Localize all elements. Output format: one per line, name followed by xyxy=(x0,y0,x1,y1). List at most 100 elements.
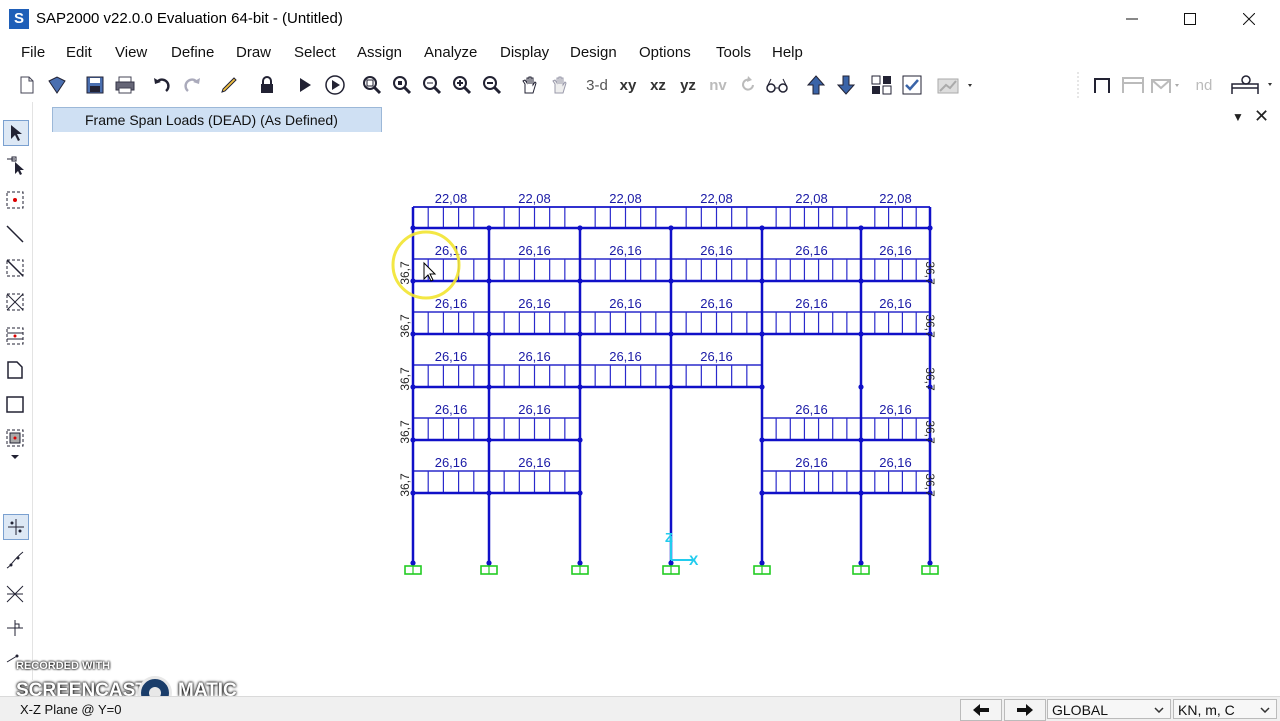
main-toolbar: 3-d xy xz yz nv nd xyxy=(0,68,1280,102)
menu-select[interactable]: Select xyxy=(294,44,336,61)
zoom-in-icon[interactable] xyxy=(450,74,474,96)
rotate-view-icon[interactable] xyxy=(736,74,760,96)
run-now-icon[interactable] xyxy=(322,74,348,96)
perspective-glasses-icon[interactable] xyxy=(764,74,790,96)
beam-load-label: 26,16 xyxy=(879,455,912,470)
menu-options[interactable]: Options xyxy=(639,44,691,61)
menu-draw[interactable]: Draw xyxy=(236,44,271,61)
pointer-select-icon[interactable] xyxy=(3,120,29,146)
redo-icon[interactable] xyxy=(182,74,204,96)
menu-assign[interactable]: Assign xyxy=(357,44,402,61)
arrow-right-icon xyxy=(1017,704,1033,716)
joint-dot xyxy=(486,437,492,443)
joint-dot xyxy=(577,225,583,231)
snap-lines-icon[interactable] xyxy=(3,548,27,572)
draw-truss-dropdown-icon[interactable] xyxy=(1150,74,1184,96)
open-model-icon[interactable] xyxy=(46,74,68,96)
draw-brace-icon[interactable] xyxy=(1120,74,1146,96)
view-xy-button[interactable]: xy xyxy=(614,74,642,96)
view-yz-button[interactable]: yz xyxy=(674,74,702,96)
lock-icon[interactable] xyxy=(256,74,278,96)
view-nv-button[interactable]: nv xyxy=(704,74,732,96)
load-value-labels: 22,08 22,08 22,08 22,08 22,08 22,08 26,16 26,16… xyxy=(398,191,937,497)
side-load-label-left: 36,7 xyxy=(398,314,412,338)
menu-edit[interactable]: Edit xyxy=(66,44,92,61)
z-axis-label: Z xyxy=(665,530,673,545)
refresh-pencil-icon[interactable] xyxy=(218,74,240,96)
more-tools-chevron-icon[interactable] xyxy=(3,452,27,462)
menu-bar: File Edit View Define Draw Select Assign… xyxy=(0,38,1280,68)
quick-draw-secondary-beams-icon[interactable] xyxy=(3,324,27,348)
joint-dot xyxy=(759,225,765,231)
window-title: SAP2000 v22.0.0 Evaluation 64-bit - (Unt… xyxy=(36,10,343,27)
joint-dot xyxy=(858,437,864,443)
quick-draw-frame-icon[interactable] xyxy=(3,256,27,280)
frame-model-drawing[interactable]: 22,08 22,08 22,08 22,08 22,08 22,08 26,16 26,16… xyxy=(33,132,1280,692)
zoom-out-icon[interactable] xyxy=(480,74,504,96)
pan-disabled-icon[interactable] xyxy=(548,74,572,96)
close-window-button[interactable] xyxy=(1220,0,1278,38)
grid-lines-icon[interactable] xyxy=(870,74,894,96)
joint-dot xyxy=(577,560,583,566)
pan-hand-icon[interactable] xyxy=(518,74,542,96)
save-icon[interactable] xyxy=(84,74,106,96)
draw-frame-icon[interactable] xyxy=(1090,74,1114,96)
draw-joint-icon[interactable] xyxy=(3,188,27,212)
view-xz-button[interactable]: xz xyxy=(644,74,672,96)
design-tools-dropdown-icon[interactable] xyxy=(1226,74,1276,96)
beam-load-label: 26,16 xyxy=(879,296,912,311)
x-axis-label: X xyxy=(689,552,699,568)
quick-draw-braces-icon[interactable] xyxy=(3,290,27,314)
snap-points-icon[interactable] xyxy=(3,514,29,540)
tab-close-icon[interactable]: ✕ xyxy=(1254,106,1269,127)
draw-rect-area-icon[interactable] xyxy=(3,392,27,416)
check-model-icon[interactable] xyxy=(900,74,924,96)
menu-display[interactable]: Display xyxy=(500,44,549,61)
rubber-band-zoom-icon[interactable] xyxy=(360,74,384,96)
run-analysis-icon[interactable] xyxy=(294,74,316,96)
view-3d-button[interactable]: 3-d xyxy=(582,74,612,96)
coordinate-system-select[interactable]: GLOBAL xyxy=(1047,699,1171,719)
move-down-icon[interactable] xyxy=(834,74,858,96)
joint-dot xyxy=(577,384,583,390)
menu-view[interactable]: View xyxy=(115,44,147,61)
new-model-icon[interactable] xyxy=(16,74,38,96)
menu-file[interactable]: File xyxy=(21,44,45,61)
quick-draw-area-icon[interactable] xyxy=(3,426,27,450)
move-up-icon[interactable] xyxy=(804,74,828,96)
draw-frame-line-icon[interactable] xyxy=(3,222,27,246)
menu-define[interactable]: Define xyxy=(171,44,214,61)
document-tab-bar: Frame Span Loads (DEAD) (As Defined) ▼ ✕ xyxy=(32,106,1280,132)
previous-zoom-icon[interactable] xyxy=(420,74,444,96)
joint-dot xyxy=(759,437,765,443)
minimize-button[interactable] xyxy=(1103,0,1161,38)
side-load-label-right: 36,7 xyxy=(923,261,937,285)
display-options-dropdown-icon[interactable] xyxy=(936,74,976,96)
nd-button[interactable]: nd xyxy=(1190,74,1218,96)
print-icon[interactable] xyxy=(114,74,136,96)
menu-help[interactable]: Help xyxy=(772,44,803,61)
joint-dot xyxy=(668,331,674,337)
beam-load-label: 26,16 xyxy=(435,349,468,364)
menu-tools[interactable]: Tools xyxy=(716,44,751,61)
joint-dot xyxy=(759,384,765,390)
next-view-button[interactable] xyxy=(1004,699,1046,721)
previous-view-button[interactable] xyxy=(960,699,1002,721)
tab-frame-span-loads[interactable]: Frame Span Loads (DEAD) (As Defined) xyxy=(52,107,382,132)
side-load-label-right: 36,7 xyxy=(923,473,937,497)
undo-icon[interactable] xyxy=(150,74,172,96)
snap-intersections-icon[interactable] xyxy=(3,582,27,606)
maximize-button[interactable] xyxy=(1161,0,1219,38)
menu-analyze[interactable]: Analyze xyxy=(424,44,477,61)
reshape-pointer-icon[interactable] xyxy=(3,154,27,178)
restore-full-view-icon[interactable] xyxy=(390,74,414,96)
model-view-canvas[interactable]: 22,08 22,08 22,08 22,08 22,08 22,08 26,16 26,16… xyxy=(33,132,1280,692)
draw-poly-area-icon[interactable] xyxy=(3,358,27,382)
units-select[interactable]: KN, m, C xyxy=(1173,699,1277,719)
snap-perpendicular-icon[interactable] xyxy=(3,616,27,640)
joint-dot xyxy=(668,278,674,284)
beam-load-label: 22,08 xyxy=(879,191,912,206)
beam-load-label: 26,16 xyxy=(518,455,551,470)
tab-list-chevron-icon[interactable]: ▼ xyxy=(1232,110,1244,124)
menu-design[interactable]: Design xyxy=(570,44,617,61)
